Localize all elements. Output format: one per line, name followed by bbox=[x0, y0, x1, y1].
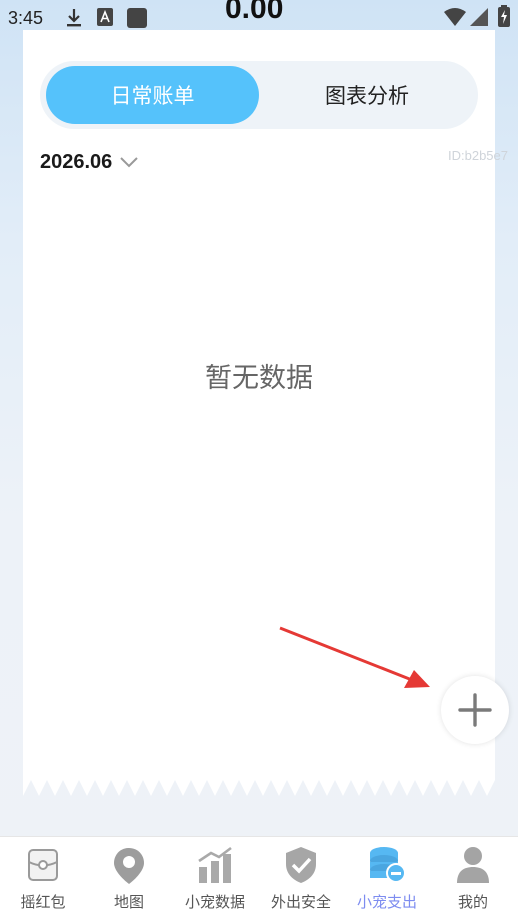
bottom-nav: 摇红包 地图 小宠数据 外出安全 小宠支出 我的 bbox=[0, 836, 518, 920]
nav-map[interactable]: 地图 bbox=[86, 837, 172, 920]
annotation-arrow bbox=[279, 626, 430, 688]
nav-label: 小宠支出 bbox=[356, 893, 417, 911]
nav-label: 我的 bbox=[457, 893, 488, 911]
red-packet-icon bbox=[28, 849, 58, 881]
add-bill-button[interactable] bbox=[441, 676, 509, 744]
person-icon bbox=[457, 847, 489, 883]
nav-red-packet[interactable]: 摇红包 bbox=[0, 837, 86, 920]
coins-icon bbox=[370, 847, 406, 883]
plus-icon bbox=[458, 693, 492, 727]
nav-pet-expense[interactable]: 小宠支出 bbox=[344, 837, 430, 920]
nav-pet-data[interactable]: 小宠数据 bbox=[172, 837, 258, 920]
nav-label: 摇红包 bbox=[20, 893, 66, 911]
bar-chart-icon bbox=[198, 846, 232, 883]
nav-profile[interactable]: 我的 bbox=[430, 837, 516, 920]
nav-outing-safety[interactable]: 外出安全 bbox=[258, 837, 344, 920]
nav-label: 外出安全 bbox=[270, 893, 331, 911]
nav-label: 小宠数据 bbox=[184, 893, 245, 911]
map-pin-icon bbox=[114, 848, 144, 884]
nav-label: 地图 bbox=[113, 893, 144, 911]
shield-check-icon bbox=[286, 847, 316, 883]
